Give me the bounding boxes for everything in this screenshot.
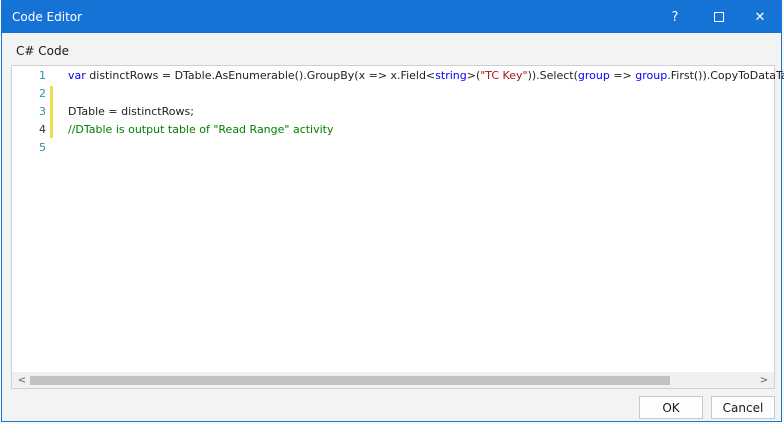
maximize-button[interactable]	[696, 1, 742, 33]
code-token: group	[635, 69, 668, 82]
line-number: 4	[39, 123, 46, 136]
code-token: //DTable is output table of "Read Range"…	[68, 123, 334, 136]
dialog-title: Code Editor	[12, 10, 83, 24]
close-icon: ✕	[754, 9, 766, 25]
code-token: )).Select(	[527, 69, 578, 82]
scroll-right-icon[interactable]: >	[756, 372, 772, 388]
code-editor-dialog: Code Editor ? ✕ C# Code 1 2 3 4 5 var distin…	[1, 0, 784, 422]
code-token: group	[577, 69, 610, 82]
changed-lines-indicator	[50, 86, 53, 138]
maximize-icon	[714, 12, 724, 22]
line-number: 3	[39, 105, 46, 118]
code-token: >(	[466, 69, 481, 82]
code-line: DTable = distinctRows;	[68, 105, 194, 118]
code-token: DTable = distinctRows;	[68, 105, 194, 118]
code-token: var	[68, 69, 86, 82]
scroll-left-icon[interactable]: <	[14, 372, 30, 388]
help-button[interactable]: ?	[652, 1, 698, 33]
help-icon: ?	[671, 9, 679, 25]
cancel-button[interactable]: Cancel	[711, 396, 775, 419]
close-button[interactable]: ✕	[737, 1, 783, 33]
ok-button[interactable]: OK	[639, 396, 703, 419]
code-section-label: C# Code	[16, 44, 69, 58]
code-line: var distinctRows = DTable.AsEnumerable()…	[68, 69, 784, 82]
horizontal-scrollbar[interactable]: < >	[12, 372, 774, 388]
code-editor-area[interactable]: 1 2 3 4 5 var distinctRows = DTable.AsEnumer…	[11, 65, 784, 389]
code-token: =>	[609, 69, 636, 82]
code-token: "TC Key"	[480, 69, 528, 82]
code-token: distinctRows = DTable.AsEnumerable().Gro…	[85, 69, 436, 82]
scroll-thumb[interactable]	[30, 376, 670, 385]
line-number: 2	[39, 87, 46, 100]
code-line: //DTable is output table of "Read Range"…	[68, 123, 334, 136]
code-token: .First()).CopyToDataTable();	[667, 69, 784, 82]
code-token: string	[435, 69, 467, 82]
line-number: 5	[39, 141, 46, 154]
title-bar: Code Editor ? ✕	[2, 1, 781, 33]
line-number-gutter: 1 2 3 4 5	[12, 66, 52, 388]
line-number: 1	[39, 69, 46, 82]
